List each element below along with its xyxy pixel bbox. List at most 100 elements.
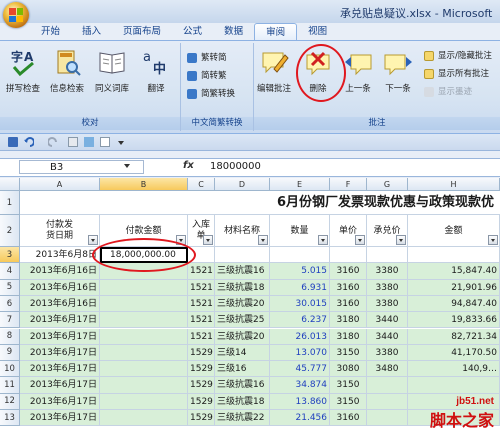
filter-dropdown-icon[interactable] bbox=[318, 235, 328, 245]
cell-B7[interactable] bbox=[100, 312, 188, 329]
cell-B6[interactable] bbox=[100, 295, 188, 313]
cell-E4[interactable]: 5.015 bbox=[270, 263, 330, 280]
formula-input[interactable]: 18000000 bbox=[210, 161, 261, 172]
cell-B5[interactable] bbox=[100, 279, 188, 296]
cell-C8[interactable]: 1521 bbox=[188, 328, 215, 345]
cell-C12[interactable]: 1529 bbox=[188, 393, 215, 410]
cell-H4[interactable]: 15,847.40 bbox=[408, 263, 500, 280]
cell-D4[interactable]: 三级抗震16 bbox=[215, 263, 270, 280]
cell-E11[interactable]: 34.874 bbox=[270, 377, 330, 394]
tab-home[interactable]: 开始 bbox=[30, 23, 71, 40]
cell-G4[interactable]: 3380 bbox=[367, 263, 408, 280]
tab-data[interactable]: 数据 bbox=[213, 23, 254, 40]
cell-C13[interactable]: 1529 bbox=[188, 410, 215, 427]
cell-G6[interactable]: 3380 bbox=[367, 295, 408, 313]
column-header-D[interactable]: D bbox=[215, 178, 270, 191]
filter-dropdown-icon[interactable] bbox=[88, 235, 98, 245]
row-header[interactable]: 5 bbox=[0, 279, 20, 296]
undo-icon[interactable] bbox=[24, 137, 35, 147]
cell-F13[interactable]: 3160 bbox=[330, 410, 367, 427]
select-all-corner[interactable] bbox=[0, 178, 20, 191]
cell-D9[interactable]: 三级14 bbox=[215, 344, 270, 362]
column-header-G[interactable]: G bbox=[367, 178, 408, 191]
show-ink-button[interactable]: 显示墨迹 bbox=[424, 85, 472, 99]
office-button[interactable] bbox=[3, 2, 29, 28]
cell-D6[interactable]: 三级抗震20 bbox=[215, 295, 270, 313]
cell-G8[interactable]: 3440 bbox=[367, 328, 408, 345]
cell-F3[interactable] bbox=[330, 247, 367, 264]
edit-comment-button[interactable]: 编辑批注 bbox=[254, 47, 294, 94]
save-icon[interactable] bbox=[8, 137, 18, 147]
cell-B11[interactable] bbox=[100, 377, 188, 394]
trad-to-simp-button[interactable]: 繁转简 bbox=[187, 51, 227, 65]
cell-C4[interactable]: 1521 bbox=[188, 263, 215, 280]
cell-H3[interactable] bbox=[408, 247, 500, 264]
cell-F8[interactable]: 3180 bbox=[330, 328, 367, 345]
cell-F6[interactable]: 3160 bbox=[330, 295, 367, 313]
cell-F4[interactable]: 3160 bbox=[330, 263, 367, 280]
cell-H8[interactable]: 82,721.34 bbox=[408, 328, 500, 345]
name-box-dropdown-icon[interactable] bbox=[124, 164, 130, 168]
cell-D8[interactable]: 三级抗震20 bbox=[215, 328, 270, 345]
cell-G9[interactable]: 3380 bbox=[367, 344, 408, 362]
tab-formulas[interactable]: 公式 bbox=[172, 23, 213, 40]
chinese-conversion-button[interactable]: 简繁转换 bbox=[187, 87, 235, 101]
cell-F12[interactable]: 3150 bbox=[330, 393, 367, 410]
cell-G13[interactable] bbox=[367, 410, 408, 427]
cell-F10[interactable]: 3080 bbox=[330, 361, 367, 378]
row-header[interactable]: 1 bbox=[0, 191, 20, 215]
row-header[interactable]: 13 bbox=[0, 410, 20, 427]
cell-C3[interactable] bbox=[188, 247, 215, 264]
row-header[interactable]: 12 bbox=[0, 393, 20, 410]
filter-dropdown-icon[interactable] bbox=[258, 235, 268, 245]
header-cell-E[interactable]: 数量 bbox=[270, 215, 330, 247]
show-all-comments-button[interactable]: 显示所有批注 bbox=[424, 67, 489, 81]
row-header[interactable]: 9 bbox=[0, 344, 20, 362]
spell-check-button[interactable]: 字A 拼写检查 bbox=[3, 47, 43, 94]
cell-F9[interactable]: 3150 bbox=[330, 344, 367, 362]
filter-dropdown-icon[interactable] bbox=[355, 235, 365, 245]
cell-E3[interactable] bbox=[270, 247, 330, 264]
cell-C5[interactable]: 1521 bbox=[188, 279, 215, 296]
cell-A8[interactable]: 2013年6月17日 bbox=[20, 328, 100, 345]
column-header-C[interactable]: C bbox=[188, 178, 215, 191]
filter-dropdown-icon[interactable] bbox=[396, 235, 406, 245]
open-icon[interactable] bbox=[84, 137, 94, 147]
header-cell-C[interactable]: 入库 单 bbox=[188, 215, 215, 247]
row-header[interactable]: 6 bbox=[0, 295, 20, 313]
redo-icon[interactable] bbox=[47, 137, 58, 147]
cell-H10[interactable]: 140,9… bbox=[408, 361, 500, 378]
delete-comment-button[interactable]: 删除 bbox=[298, 47, 338, 94]
column-header-H[interactable]: H bbox=[408, 178, 500, 191]
cell-E8[interactable]: 26.013 bbox=[270, 328, 330, 345]
column-header-F[interactable]: F bbox=[330, 178, 367, 191]
cell-G11[interactable] bbox=[367, 377, 408, 394]
row-header[interactable]: 4 bbox=[0, 263, 20, 280]
cell-H11[interactable] bbox=[408, 377, 500, 394]
simp-to-trad-button[interactable]: 简转繁 bbox=[187, 69, 227, 83]
cell-D13[interactable]: 三级抗震22 bbox=[215, 410, 270, 427]
next-comment-button[interactable]: 下一条 bbox=[378, 47, 418, 94]
cell-E6[interactable]: 30.015 bbox=[270, 295, 330, 313]
cell-D5[interactable]: 三级抗震18 bbox=[215, 279, 270, 296]
cell-A5[interactable]: 2013年6月16日 bbox=[20, 279, 100, 296]
customize-toolbar-icon[interactable] bbox=[116, 137, 126, 147]
tab-insert[interactable]: 插入 bbox=[71, 23, 112, 40]
thesaurus-button[interactable]: 同义词库 bbox=[92, 47, 132, 94]
header-cell-A[interactable]: 付款发 货日期 bbox=[20, 215, 100, 247]
cell-G10[interactable]: 3480 bbox=[367, 361, 408, 378]
header-cell-D[interactable]: 材料名称 bbox=[215, 215, 270, 247]
cell-H6[interactable]: 94,847.40 bbox=[408, 295, 500, 313]
cell-F7[interactable]: 3180 bbox=[330, 312, 367, 329]
column-header-E[interactable]: E bbox=[270, 178, 330, 191]
cell-A10[interactable]: 2013年6月17日 bbox=[20, 361, 100, 378]
cell-B13[interactable] bbox=[100, 410, 188, 427]
cell-A12[interactable]: 2013年6月17日 bbox=[20, 393, 100, 410]
research-button[interactable]: 信息检索 bbox=[47, 47, 87, 94]
cell-B8[interactable] bbox=[100, 328, 188, 345]
translate-button[interactable]: a中 翻译 bbox=[136, 47, 176, 94]
cell-C6[interactable]: 1521 bbox=[188, 295, 215, 313]
cell-B3[interactable]: 18,000,000.00 bbox=[100, 247, 188, 264]
cell-F11[interactable]: 3150 bbox=[330, 377, 367, 394]
cell-G7[interactable]: 3440 bbox=[367, 312, 408, 329]
